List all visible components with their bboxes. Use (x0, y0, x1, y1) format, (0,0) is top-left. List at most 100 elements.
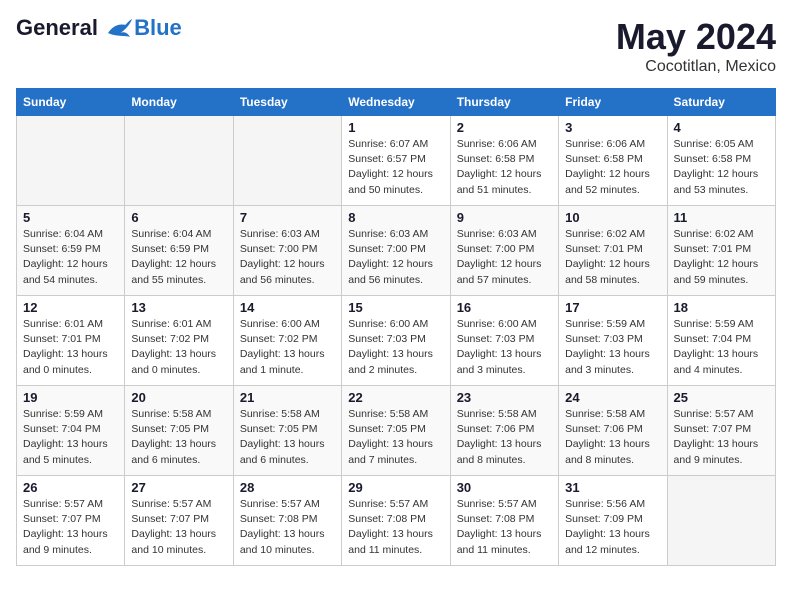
day-detail: Sunrise: 5:57 AM Sunset: 7:08 PM Dayligh… (348, 497, 443, 558)
day-detail: Sunrise: 6:01 AM Sunset: 7:02 PM Dayligh… (131, 317, 226, 378)
day-cell: 26 Sunrise: 5:57 AM Sunset: 7:07 PM Dayli… (17, 476, 125, 566)
day-cell: 12 Sunrise: 6:01 AM Sunset: 7:01 PM Dayli… (17, 296, 125, 386)
day-cell: 15Sunrise: 6:00 AM Sunset: 7:03 PM Dayli… (342, 296, 450, 386)
day-detail: Sunrise: 5:59 AM Sunset: 7:04 PM Dayligh… (23, 407, 118, 468)
day-detail: Sunrise: 5:58 AM Sunset: 7:05 PM Dayligh… (240, 407, 335, 468)
logo-blue: Blue (134, 16, 182, 40)
day-detail: Sunrise: 5:59 AM Sunset: 7:03 PM Dayligh… (565, 317, 660, 378)
day-detail: Sunrise: 6:03 AM Sunset: 7:00 PM Dayligh… (348, 227, 443, 288)
day-cell: 20Sunrise: 5:58 AM Sunset: 7:05 PM Dayli… (125, 386, 233, 476)
week-row-2: 5 Sunrise: 6:04 AM Sunset: 6:59 PM Daylig… (17, 206, 776, 296)
day-number: 30 (457, 480, 552, 495)
day-number: 7 (240, 210, 335, 225)
day-detail: Sunrise: 6:04 AM Sunset: 6:59 PM Dayligh… (23, 227, 118, 288)
logo-general: General (16, 15, 98, 40)
week-row-3: 12 Sunrise: 6:01 AM Sunset: 7:01 PM Dayli… (17, 296, 776, 386)
title-block: May 2024 Cocotitlan, Mexico (616, 16, 776, 76)
header-sunday: Sunday (17, 89, 125, 116)
day-number: 3 (565, 120, 660, 135)
day-detail: Sunrise: 5:58 AM Sunset: 7:05 PM Dayligh… (348, 407, 443, 468)
day-cell: 19 Sunrise: 5:59 AM Sunset: 7:04 PM Dayli… (17, 386, 125, 476)
day-cell: 21 Sunrise: 5:58 AM Sunset: 7:05 PM Dayli… (233, 386, 341, 476)
day-detail: Sunrise: 5:58 AM Sunset: 7:06 PM Dayligh… (457, 407, 552, 468)
day-cell: 18 Sunrise: 5:59 AM Sunset: 7:04 PM Dayli… (667, 296, 775, 386)
day-number: 6 (131, 210, 226, 225)
day-cell: 3 Sunrise: 6:06 AM Sunset: 6:58 PM Daylig… (559, 116, 667, 206)
day-cell (125, 116, 233, 206)
day-cell: 30 Sunrise: 5:57 AM Sunset: 7:08 PM Dayli… (450, 476, 558, 566)
day-detail: Sunrise: 5:57 AM Sunset: 7:08 PM Dayligh… (457, 497, 552, 558)
day-number: 4 (674, 120, 769, 135)
day-number: 25 (674, 390, 769, 405)
day-cell: 22 Sunrise: 5:58 AM Sunset: 7:05 PM Dayli… (342, 386, 450, 476)
logo: General Blue (16, 16, 182, 40)
day-detail: Sunrise: 6:07 AM Sunset: 6:57 PM Dayligh… (348, 137, 443, 198)
header-monday: Monday (125, 89, 233, 116)
header-thursday: Thursday (450, 89, 558, 116)
day-detail: Sunrise: 5:58 AM Sunset: 7:06 PM Dayligh… (565, 407, 660, 468)
day-detail: Sunrise: 5:57 AM Sunset: 7:07 PM Dayligh… (131, 497, 226, 558)
day-detail: Sunrise: 6:00 AM Sunset: 7:03 PM Dayligh… (457, 317, 552, 378)
logo-bird-icon (106, 19, 132, 39)
day-number: 10 (565, 210, 660, 225)
day-number: 21 (240, 390, 335, 405)
day-detail: Sunrise: 5:59 AM Sunset: 7:04 PM Dayligh… (674, 317, 769, 378)
day-number: 22 (348, 390, 443, 405)
day-detail: Sunrise: 6:05 AM Sunset: 6:58 PM Dayligh… (674, 137, 769, 198)
week-row-1: 1 Sunrise: 6:07 AM Sunset: 6:57 PM Daylig… (17, 116, 776, 206)
day-number: 18 (674, 300, 769, 315)
day-detail: Sunrise: 6:02 AM Sunset: 7:01 PM Dayligh… (674, 227, 769, 288)
day-cell: 4 Sunrise: 6:05 AM Sunset: 6:58 PM Daylig… (667, 116, 775, 206)
main-title: May 2024 (616, 16, 776, 58)
day-cell: 17Sunrise: 5:59 AM Sunset: 7:03 PM Dayli… (559, 296, 667, 386)
day-cell: 8Sunrise: 6:03 AM Sunset: 7:00 PM Daylig… (342, 206, 450, 296)
header-tuesday: Tuesday (233, 89, 341, 116)
day-cell: 31Sunrise: 5:56 AM Sunset: 7:09 PM Dayli… (559, 476, 667, 566)
day-cell: 23 Sunrise: 5:58 AM Sunset: 7:06 PM Dayli… (450, 386, 558, 476)
day-detail: Sunrise: 6:06 AM Sunset: 6:58 PM Dayligh… (565, 137, 660, 198)
day-detail: Sunrise: 6:03 AM Sunset: 7:00 PM Dayligh… (240, 227, 335, 288)
day-number: 20 (131, 390, 226, 405)
day-cell: 9 Sunrise: 6:03 AM Sunset: 7:00 PM Daylig… (450, 206, 558, 296)
day-number: 13 (131, 300, 226, 315)
day-number: 1 (348, 120, 443, 135)
day-detail: Sunrise: 6:00 AM Sunset: 7:03 PM Dayligh… (348, 317, 443, 378)
day-cell: 5 Sunrise: 6:04 AM Sunset: 6:59 PM Daylig… (17, 206, 125, 296)
day-detail: Sunrise: 6:03 AM Sunset: 7:00 PM Dayligh… (457, 227, 552, 288)
day-cell: 29 Sunrise: 5:57 AM Sunset: 7:08 PM Dayli… (342, 476, 450, 566)
day-number: 2 (457, 120, 552, 135)
day-number: 19 (23, 390, 118, 405)
day-detail: Sunrise: 6:01 AM Sunset: 7:01 PM Dayligh… (23, 317, 118, 378)
day-detail: Sunrise: 5:57 AM Sunset: 7:07 PM Dayligh… (674, 407, 769, 468)
day-cell: 7 Sunrise: 6:03 AM Sunset: 7:00 PM Daylig… (233, 206, 341, 296)
day-number: 14 (240, 300, 335, 315)
day-detail: Sunrise: 6:02 AM Sunset: 7:01 PM Dayligh… (565, 227, 660, 288)
header-friday: Friday (559, 89, 667, 116)
day-detail: Sunrise: 5:56 AM Sunset: 7:09 PM Dayligh… (565, 497, 660, 558)
day-cell: 10 Sunrise: 6:02 AM Sunset: 7:01 PM Dayli… (559, 206, 667, 296)
day-cell: 14 Sunrise: 6:00 AM Sunset: 7:02 PM Dayli… (233, 296, 341, 386)
header-wednesday: Wednesday (342, 89, 450, 116)
day-number: 23 (457, 390, 552, 405)
day-number: 11 (674, 210, 769, 225)
day-number: 24 (565, 390, 660, 405)
header-row: SundayMondayTuesdayWednesdayThursdayFrid… (17, 89, 776, 116)
day-number: 29 (348, 480, 443, 495)
day-number: 9 (457, 210, 552, 225)
page-header: General Blue May 2024 Cocotitlan, Mexico (16, 16, 776, 76)
day-number: 5 (23, 210, 118, 225)
day-detail: Sunrise: 6:00 AM Sunset: 7:02 PM Dayligh… (240, 317, 335, 378)
day-cell: 11 Sunrise: 6:02 AM Sunset: 7:01 PM Dayli… (667, 206, 775, 296)
logo-text: General Blue (16, 16, 182, 40)
day-cell: 25 Sunrise: 5:57 AM Sunset: 7:07 PM Dayli… (667, 386, 775, 476)
day-cell: 28Sunrise: 5:57 AM Sunset: 7:08 PM Dayli… (233, 476, 341, 566)
day-number: 26 (23, 480, 118, 495)
day-detail: Sunrise: 6:06 AM Sunset: 6:58 PM Dayligh… (457, 137, 552, 198)
calendar-table: SundayMondayTuesdayWednesdayThursdayFrid… (16, 88, 776, 566)
day-number: 12 (23, 300, 118, 315)
header-saturday: Saturday (667, 89, 775, 116)
day-cell (17, 116, 125, 206)
day-cell (233, 116, 341, 206)
day-detail: Sunrise: 5:57 AM Sunset: 7:07 PM Dayligh… (23, 497, 118, 558)
day-cell: 16Sunrise: 6:00 AM Sunset: 7:03 PM Dayli… (450, 296, 558, 386)
